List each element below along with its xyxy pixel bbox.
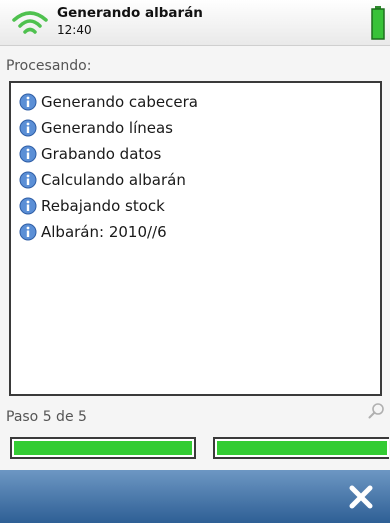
log-text: Generando líneas: [41, 119, 173, 137]
log-list: Generando cabecera Generando líneas Grab…: [11, 83, 380, 245]
info-icon: [19, 145, 37, 163]
close-icon[interactable]: [346, 482, 376, 512]
log-text: Calculando albarán: [41, 171, 186, 189]
list-item: Generando cabecera: [19, 89, 380, 115]
status-bar: Generando albarán 12:40: [0, 0, 390, 46]
step-label: Paso 5 de 5: [6, 409, 87, 425]
step-progress-bar: [213, 437, 389, 459]
list-item: Calculando albarán: [19, 167, 380, 193]
list-item: Generando líneas: [19, 115, 380, 141]
log-text: Generando cabecera: [41, 93, 198, 111]
bottom-toolbar: [0, 470, 390, 523]
info-icon: [19, 93, 37, 111]
info-icon: [19, 171, 37, 189]
clock: 12:40: [57, 23, 92, 37]
overall-progress-fill: [14, 441, 192, 455]
processing-label: Procesando:: [6, 58, 92, 74]
info-icon: [19, 119, 37, 137]
step-progress-fill: [217, 441, 387, 455]
log-panel[interactable]: Generando cabecera Generando líneas Grab…: [9, 81, 382, 396]
list-item: Rebajando stock: [19, 193, 380, 219]
list-item: Albarán: 2010//6: [19, 219, 380, 245]
list-item: Grabando datos: [19, 141, 380, 167]
battery-icon: [371, 6, 385, 40]
info-icon: [19, 197, 37, 215]
magnifier-icon: [368, 403, 384, 419]
overall-progress-bar: [10, 437, 196, 459]
log-text: Grabando datos: [41, 145, 162, 163]
app-title: Generando albarán: [57, 5, 203, 21]
wifi-icon: [12, 11, 48, 34]
info-icon: [19, 223, 37, 241]
log-text: Rebajando stock: [41, 197, 165, 215]
log-text: Albarán: 2010//6: [41, 223, 167, 241]
